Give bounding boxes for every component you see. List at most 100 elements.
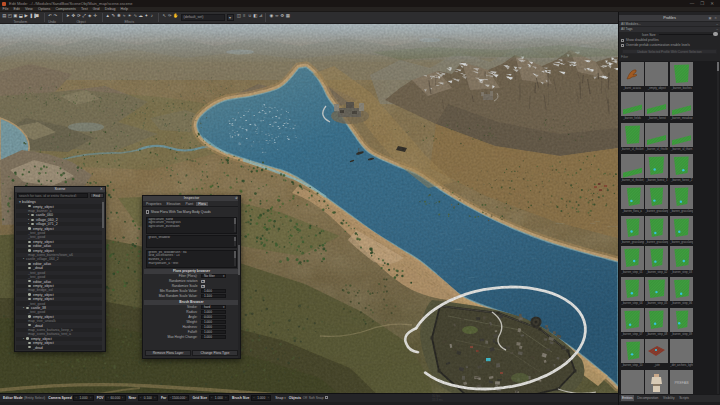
status-brush-size-field[interactable]: ‹1.000› xyxy=(251,395,271,401)
menu-item-options[interactable]: Options xyxy=(35,7,53,11)
light-icon[interactable]: ☀ xyxy=(128,13,133,19)
visibility-eye-icon[interactable] xyxy=(26,306,30,309)
status-camera-speed-field[interactable]: ‹1.000› xyxy=(73,395,93,401)
visibility-eye-icon[interactable] xyxy=(28,280,32,283)
dock-checkbox[interactable] xyxy=(621,39,624,42)
terrain-icon[interactable]: ▲ xyxy=(106,13,111,19)
max-scale-field[interactable]: 1.100 xyxy=(201,294,226,298)
visibility-eye-icon[interactable] xyxy=(28,342,32,345)
brush-prop-field[interactable]: 1.000 xyxy=(201,335,226,339)
profiles-scrollbar[interactable] xyxy=(717,62,719,394)
profile-tile[interactable]: _burnt_acacia xyxy=(621,62,644,93)
brush-prop-field[interactable]: 1.000 xyxy=(201,330,226,334)
rotate-icon[interactable]: ⟳ xyxy=(77,13,82,19)
profile-tile[interactable]: _armor_test xyxy=(645,370,668,394)
profile-tile[interactable]: PREFAB xyxy=(670,370,693,394)
visibility-eye-icon[interactable] xyxy=(28,245,32,248)
profile-tile[interactable]: _barren_grasslange_a xyxy=(645,185,668,216)
visibility-eye-icon[interactable] xyxy=(28,298,32,301)
save-scene-icon[interactable]: ▣ xyxy=(13,13,18,19)
toolbar-selection-set-combo[interactable]: (default_set) xyxy=(181,14,225,21)
visibility-eye-icon[interactable] xyxy=(28,293,32,296)
stop-icon[interactable]: ◼ xyxy=(35,13,40,19)
profile-tile[interactable]: _barren_ul_thorn xyxy=(670,123,693,154)
scene-panel-title[interactable]: Scene ✕ xyxy=(15,187,105,192)
move-icon[interactable]: ✥ xyxy=(71,13,76,19)
profile-tile[interactable]: _barren_grasslange_lite xyxy=(621,216,644,247)
stamp-icon[interactable]: ◫ xyxy=(237,13,242,19)
profile-tile[interactable]: _barren_forest xyxy=(645,92,668,123)
visibility-eye-icon[interactable] xyxy=(28,262,32,265)
maximize-icon[interactable]: ❐ xyxy=(700,1,704,6)
menu-item-help[interactable]: Help xyxy=(118,7,131,11)
list-item[interactable]: grass_shadow xyxy=(147,236,236,240)
flora-layers-list[interactable]: agriculture_sandagriculture_thickgrassag… xyxy=(146,217,237,234)
flora-icon[interactable]: ❋ xyxy=(117,13,122,19)
visibility-eye-icon[interactable] xyxy=(28,267,32,270)
tree-row[interactable]: _dead xyxy=(16,345,104,349)
undo-icon[interactable]: ↶ xyxy=(48,13,53,19)
brush-prop-field[interactable]: 0.000 xyxy=(201,315,226,319)
water-icon[interactable]: ≈ xyxy=(122,13,127,19)
visibility-eye-icon[interactable] xyxy=(28,240,32,243)
profiles-pin-icon[interactable]: ▣ xyxy=(708,16,712,20)
stroke-combo[interactable]: hard xyxy=(201,305,226,309)
profiles-filter-label[interactable]: Filter xyxy=(621,55,628,59)
profile-tile[interactable]: _barren_grasslange_b xyxy=(670,185,693,216)
open-scene-icon[interactable]: ◰ xyxy=(8,13,13,19)
minimize-icon[interactable]: — xyxy=(690,1,695,6)
profile-tile[interactable]: _dirt_archers_light xyxy=(670,339,693,370)
profile-tile[interactable]: _barren_step_04 xyxy=(621,277,644,308)
visibility-eye-icon[interactable] xyxy=(28,284,32,287)
dock-tab-scripts[interactable]: Scripts xyxy=(678,395,691,401)
list-item[interactable]: agriculture_bushlawn xyxy=(147,225,236,229)
inspector-tab-properties[interactable]: Properties xyxy=(144,202,163,206)
icon-size-slider-knob[interactable] xyxy=(713,32,717,36)
cursor-icon[interactable]: ↖ xyxy=(162,13,167,19)
close-icon[interactable]: ✕ xyxy=(710,1,714,6)
profile-tile[interactable]: _barren_bushes xyxy=(670,62,693,93)
collapse-icon[interactable]: – xyxy=(716,22,718,27)
magnet-icon[interactable]: ∪ xyxy=(248,13,253,19)
dock-tab-visibility[interactable]: Visibility xyxy=(661,395,676,401)
profiles-dock-header[interactable]: Profiles ▣ ✕ xyxy=(619,15,720,21)
link-icon[interactable]: ∞ xyxy=(275,13,280,19)
particle-icon[interactable]: ✦ xyxy=(144,13,149,19)
snap-icon[interactable]: ◈ xyxy=(88,13,93,19)
scale-icon[interactable]: ⤢ xyxy=(82,13,87,19)
menu-item-components[interactable]: Components xyxy=(53,7,79,11)
profile-tile[interactable]: _barren_forest_1 xyxy=(645,154,668,185)
min-scale-field[interactable]: 1.600 xyxy=(201,289,226,293)
profile-tile[interactable]: _barren_step_07 xyxy=(621,308,644,339)
randomize-rotation-checkbox[interactable] xyxy=(201,280,204,283)
scene-search-input[interactable] xyxy=(17,193,89,198)
new-scene-icon[interactable]: ▤ xyxy=(2,13,7,19)
profile-tile[interactable]: _barren_ul_thistle xyxy=(645,123,668,154)
profile-tile[interactable]: _barren_step_05 xyxy=(645,277,668,308)
status-fov-field[interactable]: ‹60.000› xyxy=(105,395,125,401)
visibility-eye-icon[interactable] xyxy=(28,249,32,252)
profile-tile[interactable]: _barren_forest_2 xyxy=(670,154,693,185)
profile-tile[interactable] xyxy=(621,370,644,394)
visibility-eye-icon[interactable] xyxy=(31,223,35,226)
profile-tile[interactable]: _barren_step_02 xyxy=(645,246,668,277)
menu-item-grid[interactable]: Grid xyxy=(90,7,102,11)
scene-entity-tree[interactable]: ▼buildingsempty_objectmap_banner_a•castl… xyxy=(16,200,104,350)
profile-tile[interactable]: _barren_step_08 xyxy=(645,308,668,339)
snap-dropdown[interactable]: Snap ▾ xyxy=(275,396,285,400)
scene-find-button[interactable]: Find xyxy=(90,193,104,198)
fog-icon[interactable]: ☁ xyxy=(139,13,144,19)
profile-tile[interactable]: _barren_step_01 xyxy=(621,246,644,277)
profile-tile[interactable]: _barren_ul_thicket_2 xyxy=(621,154,644,185)
profile-tile[interactable]: _barren_step_03 xyxy=(670,246,693,277)
brush-icon[interactable]: ✑ xyxy=(168,13,173,19)
layers-icon[interactable]: ≡ xyxy=(242,13,247,19)
pause-icon[interactable]: ❚❚ xyxy=(30,13,35,19)
combo-dropdown-icon[interactable]: ▾ xyxy=(227,14,234,21)
scene-tree-scrollbar[interactable] xyxy=(102,200,104,350)
profile-tile[interactable]: _barren_flora_a xyxy=(621,185,644,216)
visibility-eye-icon[interactable] xyxy=(31,218,35,221)
inspector-scrollbar[interactable] xyxy=(238,196,240,358)
visibility-eye-icon[interactable] xyxy=(28,205,32,208)
status-near-field[interactable]: ‹0.100› xyxy=(138,395,158,401)
